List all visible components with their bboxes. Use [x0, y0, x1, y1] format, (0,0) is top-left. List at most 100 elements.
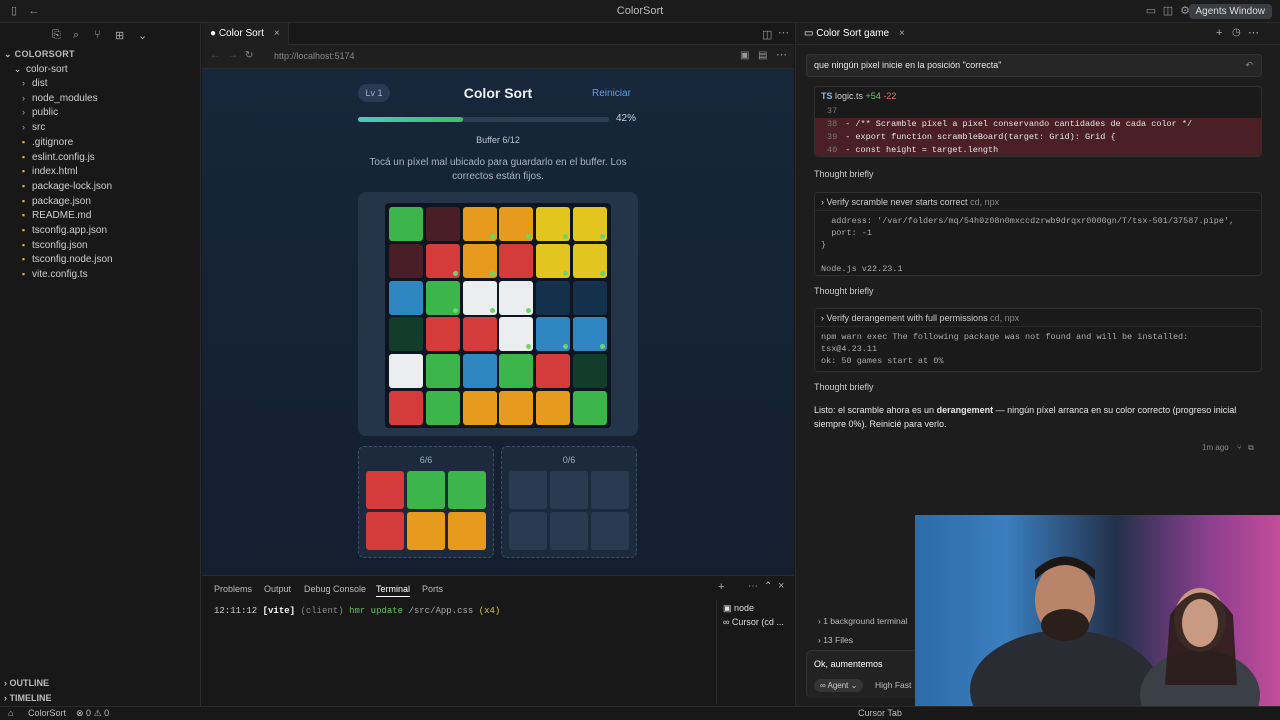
pixel-cell[interactable]: [425, 207, 460, 241]
source-control-icon[interactable]: ⑂: [94, 29, 101, 41]
pixel-cell[interactable]: [425, 280, 460, 315]
buffer-slot[interactable]: [550, 471, 588, 509]
devtools-icon[interactable]: ▣: [740, 50, 749, 61]
search-icon[interactable]: ⌕: [73, 29, 79, 42]
terminal-item-cursor[interactable]: ∞ Cursor (cd ...: [723, 617, 794, 627]
folder-color-sort[interactable]: ⌄ color-sort: [12, 64, 68, 78]
user-prompt[interactable]: que ningún pixel inicie en la posición "…: [806, 54, 1262, 77]
close-icon[interactable]: ×: [899, 28, 905, 39]
layout-icon[interactable]: ▭: [1145, 5, 1157, 17]
tab-color-sort[interactable]: ● Color Sort ×: [202, 23, 289, 45]
pixel-cell[interactable]: [389, 243, 423, 278]
remote-icon[interactable]: ⌂: [8, 707, 13, 720]
screenshot-icon[interactable]: ▤: [758, 50, 767, 61]
terminal-output[interactable]: 12:11:12 [vite] (client) hmr update /src…: [214, 606, 500, 616]
buffer-slot[interactable]: [448, 471, 486, 509]
tree-file[interactable]: ▪ tsconfig.node.json: [18, 254, 113, 268]
tree-folder[interactable]: › dist: [18, 78, 48, 92]
agents-window-button[interactable]: Agents Window: [1188, 4, 1272, 19]
composer-input[interactable]: Ok, aumentemos: [814, 659, 883, 669]
code-diff-card[interactable]: TS logic.ts +54 -22 37 38 - /** Scramble p…: [814, 86, 1262, 157]
history-icon[interactable]: ◷: [1232, 27, 1241, 38]
chat-tab[interactable]: ▭ Color Sort game ×: [804, 23, 905, 45]
pixel-cell[interactable]: [573, 243, 607, 278]
buffer-slot[interactable]: [366, 512, 404, 550]
pixel-cell[interactable]: [462, 243, 497, 278]
undo-icon[interactable]: ↶: [1245, 55, 1253, 76]
pixel-cell[interactable]: [389, 317, 423, 352]
problems-status[interactable]: ⊗ 0 ⚠ 0: [76, 707, 109, 720]
buffer-slot[interactable]: [550, 512, 588, 550]
pixel-cell[interactable]: [573, 280, 607, 315]
tree-file[interactable]: ▪ package.json: [18, 196, 91, 210]
pixel-cell[interactable]: [499, 391, 534, 425]
tree-file[interactable]: ▪ vite.config.ts: [18, 269, 88, 283]
pixel-cell[interactable]: [573, 354, 607, 389]
reload-icon[interactable]: ↻: [245, 50, 253, 61]
pixel-cell[interactable]: [389, 207, 423, 241]
forward-arrow-icon[interactable]: →: [228, 50, 238, 61]
pixel-cell[interactable]: [573, 207, 607, 241]
panel-tab-problems[interactable]: Problems: [214, 584, 252, 594]
more-icon[interactable]: ⋯: [748, 581, 758, 592]
panel-tab-debug-console[interactable]: Debug Console: [304, 584, 366, 594]
pixel-cell[interactable]: [425, 243, 460, 278]
status-project[interactable]: ColorSort: [28, 707, 66, 720]
reset-button[interactable]: Reiniciar: [592, 88, 631, 99]
split-icon[interactable]: ◫: [1162, 5, 1174, 17]
model-selector[interactable]: High Fast: [875, 680, 911, 690]
pixel-cell[interactable]: [499, 243, 534, 278]
close-panel-icon[interactable]: ×: [778, 580, 784, 592]
pixel-cell[interactable]: [462, 317, 497, 352]
buffer-slot[interactable]: [591, 512, 629, 550]
pixel-cell[interactable]: [462, 391, 497, 425]
url-field[interactable]: http://localhost:5174: [274, 51, 355, 61]
pixel-cell[interactable]: [499, 317, 534, 352]
pixel-cell[interactable]: [573, 391, 607, 425]
pixel-cell[interactable]: [425, 317, 460, 352]
tool-card-2[interactable]: › Verify derangement with full permissio…: [814, 308, 1262, 372]
pixel-cell[interactable]: [462, 280, 497, 315]
timeline-section[interactable]: › TIMELINE: [4, 693, 52, 703]
files-icon[interactable]: ⎘: [52, 29, 61, 42]
pixel-cell[interactable]: [462, 354, 497, 389]
pixel-cell[interactable]: [499, 207, 534, 241]
buffer-slot[interactable]: [407, 512, 445, 550]
pixel-cell[interactable]: [536, 354, 571, 389]
agent-mode-selector[interactable]: ∞ Agent ⌄: [814, 679, 864, 692]
pixel-cell[interactable]: [389, 280, 423, 315]
pixel-cell[interactable]: [389, 391, 423, 425]
pixel-cell[interactable]: [536, 391, 571, 425]
background-terminal-toggle[interactable]: › 1 background terminal: [818, 616, 907, 626]
tree-folder[interactable]: › src: [18, 122, 45, 136]
thought-1[interactable]: Thought briefly: [814, 169, 874, 179]
more-icon[interactable]: ⋯: [776, 48, 787, 61]
pixel-cell[interactable]: [573, 317, 607, 352]
buffer-slot[interactable]: [448, 512, 486, 550]
buffer-slot[interactable]: [591, 471, 629, 509]
tree-file[interactable]: ▪ index.html: [18, 166, 78, 180]
pixel-cell[interactable]: [499, 354, 534, 389]
tool-card-1[interactable]: › Verify scramble never starts correct c…: [814, 192, 1262, 276]
tree-file[interactable]: ▪ README.md: [18, 210, 92, 224]
pixel-cell[interactable]: [536, 207, 571, 241]
more-icon[interactable]: ⋯: [778, 26, 789, 39]
copy-icon[interactable]: ⧉: [1248, 443, 1254, 452]
pixel-cell[interactable]: [425, 391, 460, 425]
thumb-icon[interactable]: ⑂: [1237, 443, 1242, 452]
tree-folder[interactable]: › public: [18, 107, 58, 121]
panel-tab-ports[interactable]: Ports: [422, 584, 443, 594]
buffer-slot[interactable]: [366, 471, 404, 509]
outline-section[interactable]: › OUTLINE: [4, 678, 49, 688]
thought-3[interactable]: Thought briefly: [814, 382, 874, 392]
new-terminal-icon[interactable]: +: [718, 581, 724, 593]
more-icon[interactable]: ⋯: [1248, 26, 1259, 39]
tree-file[interactable]: ▪ .gitignore: [18, 137, 73, 151]
chevron-down-icon[interactable]: ⌄: [138, 29, 147, 42]
tree-file[interactable]: ▪ tsconfig.json: [18, 240, 88, 254]
tree-folder[interactable]: › node_modules: [18, 93, 98, 107]
pixel-cell[interactable]: [462, 207, 497, 241]
panel-tab-terminal[interactable]: Terminal: [376, 584, 411, 597]
files-toggle[interactable]: › 13 Files: [818, 635, 853, 645]
pixel-cell[interactable]: [499, 280, 534, 315]
